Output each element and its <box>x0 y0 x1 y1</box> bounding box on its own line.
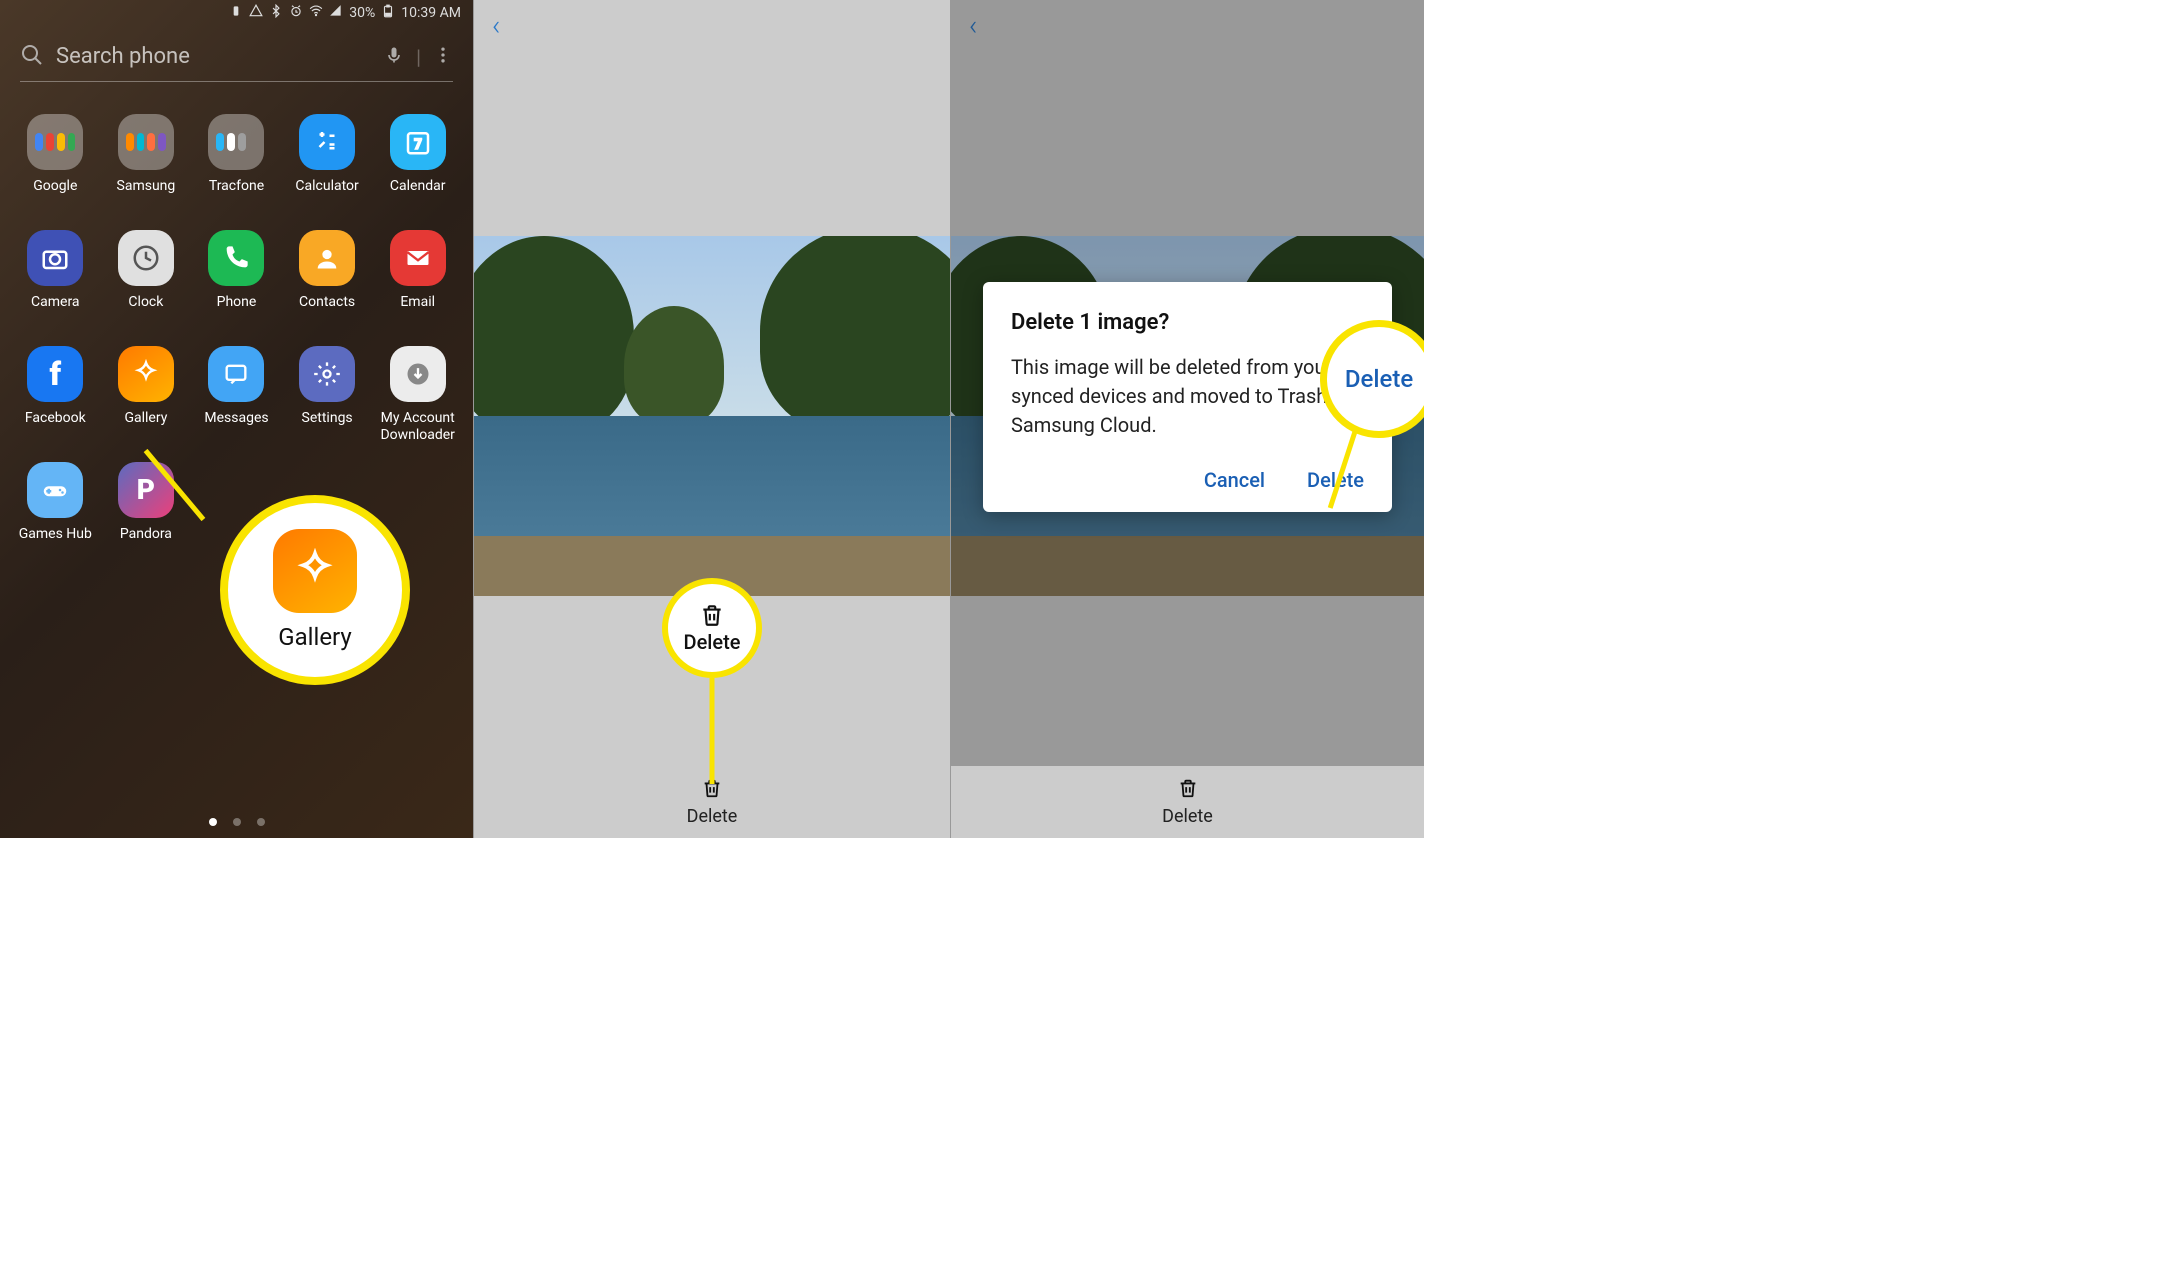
app-label: My Account Downloader <box>372 410 463 444</box>
app-pandora[interactable]: P Pandora <box>101 462 192 560</box>
search-icon <box>20 43 44 71</box>
app-label: Games Hub <box>19 526 92 560</box>
clock-icon <box>131 243 161 273</box>
bottom-delete-label[interactable]: Delete <box>687 806 738 827</box>
search-placeholder-label: Search phone <box>56 44 372 69</box>
app-label: Gallery <box>124 410 167 444</box>
app-label: Messages <box>204 410 268 444</box>
wifi-icon <box>309 4 323 22</box>
app-label: Google <box>33 178 77 212</box>
dialog-title: Delete 1 image? <box>1011 310 1364 335</box>
battery-percent-label: 30% <box>349 5 375 21</box>
app-my-account-downloader[interactable]: My Account Downloader <box>372 346 463 444</box>
app-phone[interactable]: Phone <box>191 230 282 328</box>
phone-icon <box>222 244 250 272</box>
search-bar[interactable]: Search phone | <box>20 32 453 82</box>
panel-app-drawer: 30% 10:39 AM Search phone | Google <box>0 0 473 838</box>
app-settings[interactable]: Settings <box>282 346 373 444</box>
svg-text:7: 7 <box>414 137 421 152</box>
messages-icon <box>222 360 250 388</box>
gear-icon <box>313 360 341 388</box>
app-label: Clock <box>128 294 163 328</box>
callout-label: Delete <box>1345 365 1413 393</box>
app-google-folder[interactable]: Google <box>10 114 101 212</box>
callout-delete-label: Delete <box>684 630 741 654</box>
app-label: Settings <box>302 410 353 444</box>
gallery-icon <box>273 529 357 613</box>
callout-line <box>710 678 715 784</box>
battery-icon <box>381 4 395 22</box>
app-label: Phone <box>217 294 257 328</box>
trash-icon <box>699 602 725 628</box>
top-bar: ‹ <box>474 0 950 50</box>
page-indicator[interactable] <box>0 818 473 826</box>
email-icon <box>404 244 432 272</box>
camera-icon <box>40 243 70 273</box>
download-icon <box>404 360 432 388</box>
app-calendar[interactable]: 7 Calendar <box>372 114 463 212</box>
gallery-icon <box>131 359 161 389</box>
app-clock[interactable]: Clock <box>101 230 192 328</box>
app-label: Calculator <box>295 178 358 212</box>
app-label: Tracfone <box>209 178 264 212</box>
callout-gallery: Gallery <box>220 495 410 685</box>
app-camera[interactable]: Camera <box>10 230 101 328</box>
back-icon[interactable]: ‹ <box>492 9 500 42</box>
calculator-icon <box>312 127 342 157</box>
mic-icon[interactable] <box>384 45 404 69</box>
app-label: Samsung <box>117 178 176 212</box>
app-label: Facebook <box>25 410 86 444</box>
more-icon[interactable] <box>433 45 453 69</box>
app-samsung-folder[interactable]: Samsung <box>101 114 192 212</box>
app-tracfone-folder[interactable]: Tracfone <box>191 114 282 212</box>
app-label: Calendar <box>390 178 446 212</box>
callout-label: Gallery <box>278 623 352 651</box>
dialog-body: This image will be deleted from your syn… <box>1011 353 1364 440</box>
sync-icon <box>249 4 263 22</box>
app-email[interactable]: Email <box>372 230 463 328</box>
app-games-hub[interactable]: Games Hub <box>10 462 101 560</box>
clock-time-label: 10:39 AM <box>401 5 461 21</box>
alarm-icon <box>289 4 303 22</box>
bottom-action-bar: Delete <box>951 766 1424 838</box>
facebook-icon: f <box>49 355 61 393</box>
callout-delete: Delete <box>662 578 762 678</box>
panel-gallery-view: ‹ Delete Delete <box>473 0 950 838</box>
app-label: Contacts <box>299 294 355 328</box>
app-label: Camera <box>31 294 80 328</box>
contacts-icon <box>313 244 341 272</box>
trash-icon[interactable] <box>1177 777 1199 804</box>
calendar-icon: 7 <box>403 127 433 157</box>
status-bar: 30% 10:39 AM <box>0 0 473 26</box>
battery-saver-icon <box>229 4 243 22</box>
gamepad-icon <box>40 475 70 505</box>
bluetooth-icon <box>269 4 283 22</box>
app-label: Pandora <box>120 526 172 560</box>
panel-delete-dialog: ‹ Delete 1 image? This image will be del… <box>950 0 1424 838</box>
signal-icon <box>329 4 343 22</box>
app-facebook[interactable]: f Facebook <box>10 346 101 444</box>
app-label: Email <box>400 294 435 328</box>
app-contacts[interactable]: Contacts <box>282 230 373 328</box>
app-gallery[interactable]: Gallery <box>101 346 192 444</box>
bottom-delete-label[interactable]: Delete <box>1162 806 1213 827</box>
app-calculator[interactable]: Calculator <box>282 114 373 212</box>
app-messages[interactable]: Messages <box>191 346 282 444</box>
photo-preview[interactable] <box>474 236 950 596</box>
cancel-button[interactable]: Cancel <box>1204 468 1265 492</box>
pandora-icon: P <box>137 473 155 507</box>
app-grid: Google Samsung Tracfone Calculator 7 <box>0 88 473 570</box>
